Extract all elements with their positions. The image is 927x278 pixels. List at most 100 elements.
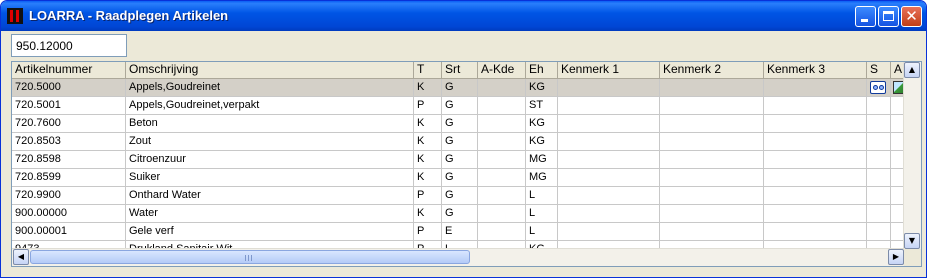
window-title: LOARRA - Raadplegen Artikelen: [29, 8, 229, 23]
col-a-kde-cell: [478, 97, 526, 115]
title-bar[interactable]: LOARRA - Raadplegen Artikelen ✕: [1, 1, 926, 31]
table-row[interactable]: 900.00001 Gele verf P E L: [12, 223, 905, 241]
scroll-down-button[interactable]: ▼: [904, 233, 920, 249]
col-kenmerk-2-cell: [660, 97, 764, 115]
table-row[interactable]: 720.5001 Appels,Goudreinet,verpakt P G ST: [12, 97, 905, 115]
table-row[interactable]: 720.8598 Citroenzuur K G MG: [12, 151, 905, 169]
col-artikelnummer-cell: 720.7600: [12, 115, 126, 133]
col-kenmerk-1-cell: [558, 223, 660, 241]
col-kenmerk-3-cell: [764, 115, 867, 133]
col-s-cell[interactable]: [867, 79, 891, 97]
col-s-cell: [867, 169, 891, 187]
col-artikelnummer-cell: 900.00001: [12, 223, 126, 241]
table-row[interactable]: 720.8599 Suiker K G MG: [12, 169, 905, 187]
col-kenmerk-1-header[interactable]: Kenmerk 1: [558, 62, 660, 78]
col-kenmerk-2-cell: [660, 151, 764, 169]
maximize-button[interactable]: [878, 6, 899, 27]
col-t-cell: K: [414, 115, 442, 133]
col-s-header[interactable]: S: [867, 62, 891, 78]
col-artikelnummer-cell: 720.9900: [12, 187, 126, 205]
col-kenmerk-1-cell: [558, 187, 660, 205]
col-kenmerk-1-cell: [558, 97, 660, 115]
col-kenmerk-3-cell: [764, 133, 867, 151]
col-s-cell: [867, 223, 891, 241]
col-a-kde-cell: [478, 133, 526, 151]
col-artikelnummer-cell: 720.8503: [12, 133, 126, 151]
scroll-up-button[interactable]: ▲: [904, 62, 920, 78]
close-button[interactable]: ✕: [901, 6, 922, 27]
col-kenmerk-2-cell: [660, 115, 764, 133]
col-a-kde-cell: [478, 223, 526, 241]
col-s-cell: [867, 187, 891, 205]
col-a-kde-cell: [478, 115, 526, 133]
col-kenmerk-3-cell: [764, 151, 867, 169]
col-t-cell: K: [414, 133, 442, 151]
vertical-scrollbar[interactable]: ▲ ▼: [903, 62, 921, 250]
col-t-cell: K: [414, 205, 442, 223]
horizontal-scroll-thumb[interactable]: [30, 250, 470, 264]
col-t-header[interactable]: T: [414, 62, 442, 78]
minimize-button[interactable]: [855, 6, 876, 27]
col-omschrijving-header[interactable]: Omschrijving: [126, 62, 414, 78]
col-kenmerk-2-cell: [660, 133, 764, 151]
col-srt-header[interactable]: Srt: [442, 62, 478, 78]
col-srt-cell: G: [442, 169, 478, 187]
col-kenmerk-2-header[interactable]: Kenmerk 2: [660, 62, 764, 78]
col-eh-cell: KG: [526, 79, 558, 97]
table-body[interactable]: 720.5000 Appels,Goudreinet K G KG 720.5001 App…: [12, 79, 905, 250]
horizontal-scrollbar[interactable]: ◀ ▶: [12, 248, 905, 266]
col-eh-header[interactable]: Eh: [526, 62, 558, 78]
col-artikelnummer-cell: 720.5000: [12, 79, 126, 97]
col-srt-cell: G: [442, 133, 478, 151]
col-kenmerk-1-cell: [558, 115, 660, 133]
col-kenmerk-1-cell: [558, 169, 660, 187]
scroll-right-button[interactable]: ▶: [888, 249, 904, 265]
table-row[interactable]: 720.9900 Onthard Water P G L: [12, 187, 905, 205]
app-window: LOARRA - Raadplegen Artikelen ✕ Artikeln…: [0, 0, 927, 278]
col-s-cell: [867, 205, 891, 223]
col-t-cell: P: [414, 97, 442, 115]
col-omschrijving-cell: Beton: [126, 115, 414, 133]
col-kenmerk-1-cell: [558, 151, 660, 169]
table-header: Artikelnummer Omschrijving T Srt A-Kde Eh Kenm…: [12, 62, 905, 79]
col-srt-cell: G: [442, 97, 478, 115]
col-artikelnummer-cell: 720.8599: [12, 169, 126, 187]
col-a-kde-cell: [478, 79, 526, 97]
col-eh-cell: L: [526, 187, 558, 205]
articles-table: Artikelnummer Omschrijving T Srt A-Kde Eh Kenm…: [11, 61, 922, 267]
col-kenmerk-2-cell: [660, 223, 764, 241]
col-kenmerk-1-cell: [558, 79, 660, 97]
col-kenmerk-3-header[interactable]: Kenmerk 3: [764, 62, 867, 78]
col-srt-cell: G: [442, 205, 478, 223]
col-a-kde-cell: [478, 151, 526, 169]
col-s-cell: [867, 133, 891, 151]
col-kenmerk-3-cell: [764, 205, 867, 223]
scroll-left-button[interactable]: ◀: [13, 249, 29, 265]
col-s-cell: [867, 115, 891, 133]
table-row[interactable]: 900.00000 Water K G L: [12, 205, 905, 223]
col-kenmerk-2-cell: [660, 205, 764, 223]
col-kenmerk-2-cell: [660, 169, 764, 187]
arrow-up-icon: ▲: [908, 65, 916, 74]
col-srt-cell: G: [442, 187, 478, 205]
app-logo-icon: [7, 8, 23, 24]
col-eh-cell: ST: [526, 97, 558, 115]
col-a-kde-cell: [478, 169, 526, 187]
glasses-icon[interactable]: [870, 81, 886, 94]
arrow-right-icon: ▶: [892, 252, 900, 261]
table-row[interactable]: 720.5000 Appels,Goudreinet K G KG: [12, 79, 905, 97]
col-artikelnummer-cell: 720.5001: [12, 97, 126, 115]
col-kenmerk-3-cell: [764, 187, 867, 205]
col-srt-cell: E: [442, 223, 478, 241]
col-eh-cell: KG: [526, 115, 558, 133]
col-omschrijving-cell: Citroenzuur: [126, 151, 414, 169]
table-row[interactable]: 720.8503 Zout K G KG: [12, 133, 905, 151]
col-t-cell: P: [414, 223, 442, 241]
table-row[interactable]: 720.7600 Beton K G KG: [12, 115, 905, 133]
col-a-kde-cell: [478, 205, 526, 223]
col-s-cell: [867, 151, 891, 169]
article-search-input[interactable]: [11, 34, 127, 57]
col-a-kde-header[interactable]: A-Kde: [478, 62, 526, 78]
col-artikelnummer-header[interactable]: Artikelnummer: [12, 62, 126, 78]
maximize-icon: [883, 11, 894, 21]
